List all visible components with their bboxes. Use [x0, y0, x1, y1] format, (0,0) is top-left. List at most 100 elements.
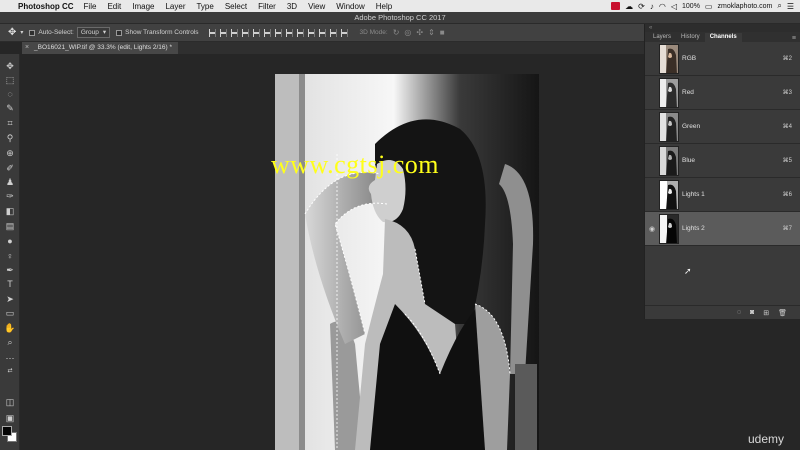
volume-icon[interactable]: ◁ [671, 2, 677, 11]
menu-select[interactable]: Select [225, 2, 247, 11]
menu-edit[interactable]: Edit [107, 2, 121, 11]
channel-row-blue[interactable]: Blue ⌘5 [645, 144, 800, 178]
channel-row-red[interactable]: Red ⌘3 [645, 76, 800, 110]
distribute-left-icon[interactable] [307, 28, 315, 37]
gradient-tool-icon[interactable]: ▤ [3, 220, 17, 232]
brush-tool-icon[interactable]: ✐ [3, 162, 17, 174]
auto-align-icon[interactable] [340, 28, 348, 37]
delete-channel-icon[interactable]: 🗑 [778, 309, 787, 317]
channel-name: Lights 2 [682, 225, 705, 232]
show-transform-checkbox[interactable] [116, 29, 123, 36]
distribute-hcenter-icon[interactable] [318, 28, 326, 37]
hand-tool-icon[interactable]: ✋ [3, 322, 17, 334]
history-brush-tool-icon[interactable]: ✑ [3, 190, 17, 202]
reset-colors-icon[interactable]: ⇄ [3, 365, 17, 377]
align-right-icon[interactable] [263, 28, 271, 37]
menu-file[interactable]: File [84, 2, 97, 11]
align-vertical-center-icon[interactable] [219, 28, 227, 37]
blur-tool-icon[interactable]: ● [3, 235, 17, 247]
align-top-icon[interactable] [208, 28, 216, 37]
distribute-right-icon[interactable] [329, 28, 337, 37]
menu-filter[interactable]: Filter [258, 2, 276, 11]
move-tool-preset-icon[interactable]: ✥ [8, 27, 16, 38]
tab-channels[interactable]: Channels [704, 33, 742, 42]
screen-mode-icon[interactable]: ▣ [3, 412, 17, 424]
quick-selection-tool-icon[interactable]: ✎ [3, 102, 17, 114]
auto-select-checkbox[interactable] [29, 29, 36, 36]
rectangle-tool-icon[interactable]: ▭ [3, 307, 17, 319]
menu-3d[interactable]: 3D [287, 2, 297, 11]
document-image[interactable] [275, 74, 539, 450]
channel-shortcut: ⌘2 [782, 56, 792, 62]
panel-collapse-bar[interactable]: « [645, 24, 800, 32]
channel-name: RGB [682, 55, 697, 62]
eyedropper-tool-icon[interactable]: ⚲ [3, 132, 17, 144]
distribute-bottom-icon[interactable] [296, 28, 304, 37]
collapse-panel-icon[interactable]: « [649, 25, 652, 31]
channel-shortcut: ⌘3 [782, 90, 792, 96]
tab-history[interactable]: History [676, 33, 705, 42]
clone-stamp-tool-icon[interactable]: ♟ [3, 176, 17, 188]
crop-tool-icon[interactable]: ⌗ [3, 117, 17, 129]
3d-rotate-icon[interactable]: ↻ [393, 28, 400, 37]
eraser-tool-icon[interactable]: ◧ [3, 205, 17, 217]
close-icon[interactable]: × [25, 42, 29, 54]
battery-icon[interactable]: ▭ [705, 2, 713, 11]
quick-mask-icon[interactable]: ◫ [3, 396, 17, 408]
lasso-tool-icon[interactable]: ◌ [3, 88, 17, 100]
move-tool-icon[interactable]: ✥ [3, 60, 17, 72]
channel-row-green[interactable]: Green ⌘4 [645, 110, 800, 144]
align-bottom-icon[interactable] [230, 28, 238, 37]
pen-tool-icon[interactable]: ✒ [3, 264, 17, 276]
type-tool-icon[interactable]: T [3, 278, 17, 290]
menu-image[interactable]: Image [132, 2, 154, 11]
sync-icon[interactable]: ⟳ [638, 2, 645, 11]
3d-scale-icon[interactable]: ■ [440, 28, 445, 37]
chevron-down-icon[interactable]: ▾ [20, 29, 23, 36]
eye-icon[interactable]: ◉ [648, 225, 656, 233]
battery-percent[interactable]: 100% [682, 3, 700, 10]
panel-menu-icon[interactable]: ≡ [792, 35, 796, 42]
notification-center-icon[interactable]: ☰ [787, 2, 794, 11]
canvas-area[interactable] [21, 54, 643, 450]
new-channel-icon[interactable]: ⊞ [763, 309, 769, 317]
dodge-tool-icon[interactable]: ♀ [3, 250, 17, 262]
channel-row-lights-2[interactable]: ◉ Lights 2 ⌘7 [645, 212, 800, 246]
wifi-icon[interactable]: ◠ [659, 2, 666, 11]
more-tools-icon[interactable]: ⋯ [3, 352, 17, 364]
tab-layers[interactable]: Layers [648, 33, 676, 42]
sound-icon[interactable]: ♪ [650, 2, 654, 11]
marquee-tool-icon[interactable]: ⬚ [3, 74, 17, 86]
zoom-tool-icon[interactable]: ⌕ [3, 336, 17, 348]
channel-row-lights-1[interactable]: Lights 1 ⌘6 [645, 178, 800, 212]
menu-app-name[interactable]: Photoshop CC [18, 2, 74, 11]
path-selection-tool-icon[interactable]: ➤ [3, 293, 17, 305]
align-horizontal-center-icon[interactable] [252, 28, 260, 37]
channel-row-rgb[interactable]: RGB ⌘2 [645, 42, 800, 76]
creative-cloud-icon[interactable]: ☁ [625, 2, 633, 11]
user-name[interactable]: zmoklaphoto.com [717, 3, 772, 10]
spotlight-search-icon[interactable]: ⌕ [777, 1, 781, 11]
distribute-vcenter-icon[interactable] [285, 28, 293, 37]
menu-bar: Photoshop CC File Edit Image Layer Type … [0, 0, 800, 12]
document-tab[interactable]: × _BO16021_WIP.tif @ 33.3% (edit, Lights… [22, 42, 179, 54]
recording-indicator-icon[interactable] [611, 2, 621, 10]
3d-roll-icon[interactable]: ◎ [404, 28, 411, 37]
menu-window[interactable]: Window [336, 2, 364, 11]
show-transform-group: Show Transform Controls [116, 29, 199, 36]
save-selection-icon[interactable]: ◙ [750, 309, 754, 316]
channel-thumbnail [659, 180, 679, 210]
3d-slide-icon[interactable]: ⇕ [428, 28, 435, 37]
menu-help[interactable]: Help [376, 2, 392, 11]
document-tab-title: _BO16021_WIP.tif @ 33.3% (edit, Lights 2… [34, 44, 173, 51]
menu-layer[interactable]: Layer [165, 2, 185, 11]
foreground-color-swatch[interactable] [2, 426, 12, 436]
menu-type[interactable]: Type [196, 2, 213, 11]
menu-view[interactable]: View [308, 2, 325, 11]
3d-pan-icon[interactable]: ✣ [416, 28, 423, 37]
auto-select-dropdown[interactable]: Group ▾ [76, 27, 111, 38]
healing-brush-tool-icon[interactable]: ⊕ [3, 147, 17, 159]
distribute-top-icon[interactable] [274, 28, 282, 37]
align-left-icon[interactable] [241, 28, 249, 37]
load-selection-icon[interactable]: ◌ [737, 309, 741, 316]
